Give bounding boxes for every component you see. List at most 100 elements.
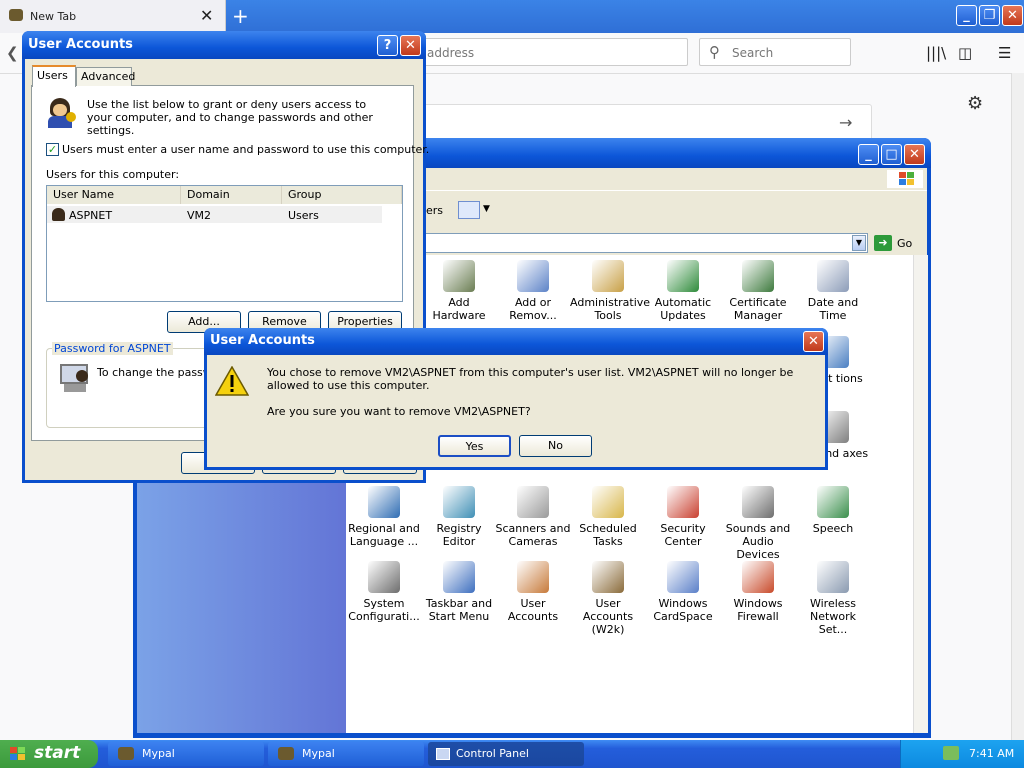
- cp-item[interactable]: Administrative Tools: [570, 260, 650, 322]
- speaker-icon: [742, 486, 774, 518]
- minimize-button[interactable]: _: [956, 5, 977, 26]
- close-button[interactable]: ✕: [1002, 5, 1023, 26]
- tab-close-icon[interactable]: ✕: [200, 6, 213, 25]
- page-scrollbar[interactable]: [1011, 73, 1024, 740]
- require-login-label[interactable]: Users must enter a user name and passwor…: [62, 143, 429, 156]
- ua-close-button[interactable]: ✕: [400, 35, 421, 56]
- dialog-close-button[interactable]: ✕: [803, 331, 824, 352]
- cp-close-button[interactable]: ✕: [904, 144, 925, 165]
- sidebar-icon[interactable]: ◫: [958, 44, 972, 62]
- tab-advanced[interactable]: Advanced: [76, 67, 135, 86]
- column-header-username[interactable]: User Name: [47, 186, 181, 204]
- taskbar-item-mypal-2[interactable]: Mypal: [268, 742, 424, 766]
- arrow-right-icon[interactable]: →: [839, 113, 852, 132]
- cp-address-dropdown-icon[interactable]: ▼: [852, 235, 866, 251]
- chevron-down-icon[interactable]: ▼: [483, 204, 490, 214]
- column-header-group[interactable]: Group: [282, 186, 402, 204]
- help-button[interactable]: ?: [377, 35, 398, 56]
- cp-maximize-button[interactable]: □: [881, 144, 902, 165]
- mypal-icon: [278, 747, 294, 760]
- cp-item-label: Date and Time: [807, 296, 859, 322]
- windows-logo-icon: [887, 170, 923, 188]
- cp-item-label: Add or Remov...: [509, 296, 557, 322]
- column-header-domain[interactable]: Domain: [181, 186, 282, 204]
- require-login-checkbox[interactable]: ✓: [46, 143, 59, 156]
- cp-item-label: Security Center: [660, 522, 706, 548]
- cp-item[interactable]: Windows CardSpace: [645, 561, 721, 623]
- row-username: ASPNET: [69, 209, 113, 222]
- speech-icon: [817, 486, 849, 518]
- cp-scrollbar[interactable]: [913, 255, 928, 733]
- confirm-dialog-titlebar[interactable]: User Accounts: [204, 328, 828, 355]
- cp-item[interactable]: Speech: [795, 486, 871, 535]
- network-icon[interactable]: [943, 746, 959, 760]
- tab-users[interactable]: Users: [32, 65, 76, 87]
- cp-item-label: Sounds and Audio Devices: [725, 522, 791, 561]
- maximize-button[interactable]: ❐: [979, 5, 1000, 26]
- cp-item[interactable]: Certificate Manager: [720, 260, 796, 322]
- clock[interactable]: 7:41 AM: [969, 747, 1014, 760]
- cp-item[interactable]: Wireless Network Set...: [795, 561, 871, 636]
- system-config-icon: [368, 561, 400, 593]
- cp-item[interactable]: Taskbar and Start Menu: [421, 561, 497, 623]
- cp-item[interactable]: Registry Editor: [421, 486, 497, 548]
- cp-item[interactable]: User Accounts: [495, 561, 571, 623]
- admin-tools-icon: [592, 260, 624, 292]
- search-input[interactable]: ⚲ Search: [699, 38, 851, 66]
- no-button[interactable]: No: [519, 435, 592, 457]
- cp-item[interactable]: System Configurati...: [346, 561, 422, 623]
- registry-icon: [443, 486, 475, 518]
- taskbar-item-label: Mypal: [302, 747, 335, 760]
- users-list-label: Users for this computer:: [46, 168, 180, 181]
- table-row[interactable]: ASPNET VM2 Users: [47, 206, 382, 223]
- hardware-icon: [443, 260, 475, 292]
- cp-item[interactable]: Add or Remov...: [495, 260, 571, 322]
- cp-item-label: Speech: [812, 522, 854, 535]
- cp-item-label: Scanners and Cameras: [495, 522, 571, 548]
- cp-item[interactable]: Regional and Language ...: [346, 486, 422, 548]
- tab-title: New Tab: [30, 10, 77, 23]
- cp-item[interactable]: Add Hardware: [421, 260, 497, 322]
- go-button[interactable]: Go: [897, 237, 912, 250]
- library-icon[interactable]: |||\: [926, 44, 946, 62]
- go-arrow-icon[interactable]: ➜: [874, 235, 892, 251]
- back-icon[interactable]: ❮: [6, 44, 19, 62]
- cp-item-label: Regional and Language ...: [348, 522, 420, 548]
- browser-tab[interactable]: New Tab ✕: [0, 0, 226, 33]
- views-icon[interactable]: [458, 201, 480, 219]
- cp-item[interactable]: User Accounts (W2k): [570, 561, 646, 636]
- cp-item[interactable]: Automatic Updates: [645, 260, 721, 322]
- user-accounts-titlebar[interactable]: User Accounts: [22, 31, 426, 59]
- cp-item[interactable]: Scheduled Tasks: [570, 486, 646, 548]
- cp-minimize-button[interactable]: _: [858, 144, 879, 165]
- start-button[interactable]: start: [0, 740, 98, 768]
- user-key-icon: [46, 98, 78, 128]
- new-tab-button[interactable]: +: [232, 4, 249, 28]
- taskbar-item-control-panel[interactable]: Control Panel: [428, 742, 584, 766]
- cp-item[interactable]: Security Center: [645, 486, 721, 548]
- menu-icon[interactable]: ☰: [998, 44, 1011, 62]
- newtab-search-tile[interactable]: →: [420, 104, 872, 142]
- windows-update-icon: [667, 260, 699, 292]
- cardspace-icon: [667, 561, 699, 593]
- yes-button[interactable]: Yes: [438, 435, 511, 457]
- system-tray: 7:41 AM: [900, 740, 1024, 768]
- cp-item[interactable]: Windows Firewall: [720, 561, 796, 623]
- url-input[interactable]: address: [420, 38, 688, 66]
- cp-address-input[interactable]: ▼: [420, 233, 868, 253]
- gear-icon[interactable]: ⚙: [967, 93, 983, 114]
- cp-item[interactable]: Date and Time: [795, 260, 871, 322]
- taskbar-item-label: Control Panel: [456, 747, 529, 760]
- taskbar-item-mypal-1[interactable]: Mypal: [108, 742, 264, 766]
- cp-item-label: Certificate Manager: [729, 296, 787, 322]
- cp-item[interactable]: Scanners and Cameras: [495, 486, 571, 548]
- password-group-title: Password for ASPNET: [52, 342, 173, 355]
- cp-toolbar-views-label[interactable]: ers: [426, 204, 443, 217]
- user-key-icon: [592, 561, 624, 593]
- cp-item-label: Windows Firewall: [733, 597, 783, 623]
- cp-item-label: User Accounts (W2k): [582, 597, 634, 636]
- cp-item-label: Add Hardware: [432, 296, 486, 322]
- cp-item[interactable]: Sounds and Audio Devices: [720, 486, 796, 561]
- url-placeholder: address: [427, 46, 475, 60]
- start-label: start: [34, 743, 81, 763]
